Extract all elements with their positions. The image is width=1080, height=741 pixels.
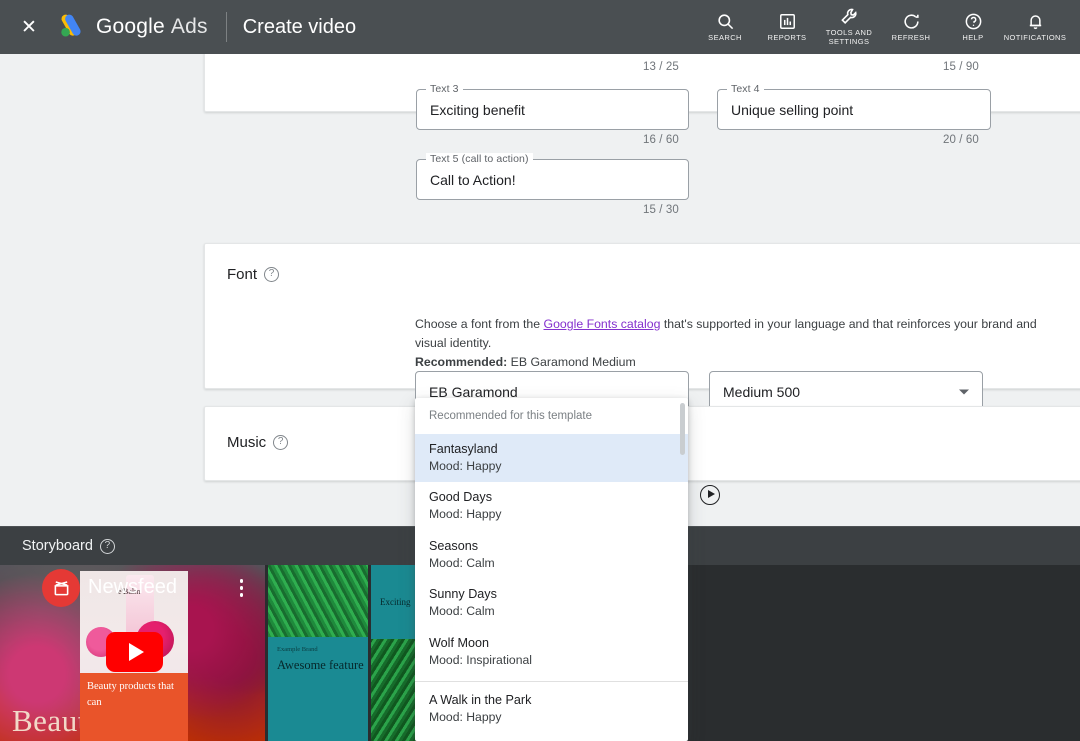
create-video-screen: ✕ Google Ads Create video SEARCH REPORTS…	[0, 0, 1080, 741]
music-option-title: Fantasyland	[429, 442, 498, 456]
music-option-after-all[interactable]: After All Mood: Calm	[415, 734, 688, 741]
play-circle-icon[interactable]	[700, 485, 720, 505]
brand-name: Google Ads	[96, 15, 208, 39]
music-dropdown-scrollbar[interactable]	[680, 403, 685, 455]
toolbar-notifications[interactable]: NOTIFICATIONS	[1004, 0, 1066, 54]
music-dropdown-divider	[415, 681, 688, 683]
music-option-mood: Mood: Calm	[429, 555, 495, 570]
help-icon[interactable]: ?	[273, 435, 289, 450]
storyboard-thumbnail-2[interactable]: Example Brand Awesome feature	[268, 565, 368, 741]
topbar-actions: SEARCH REPORTS TOOLS AND SETTINGS REFRES…	[694, 0, 1080, 54]
text-4-value: Unique selling point	[731, 101, 854, 118]
font-desc-pre: Choose a font from the	[415, 317, 544, 331]
app-top-bar: ✕ Google Ads Create video SEARCH REPORTS…	[0, 0, 1080, 54]
music-dropdown-menu[interactable]: Recommended for this template Fantasylan…	[415, 398, 688, 741]
help-icon[interactable]: ?	[99, 538, 115, 554]
google-ads-logo	[56, 13, 86, 41]
wrench-icon	[840, 7, 859, 26]
counter-text-4: 20 / 60	[943, 134, 979, 146]
text-3-value: Exciting benefit	[430, 101, 525, 118]
text-5-legend: Text 5 (call to action)	[426, 153, 533, 165]
music-option-a-walk-in-the-park[interactable]: A Walk in the Park Mood: Happy	[415, 685, 688, 733]
toolbar-tools-and-settings[interactable]: TOOLS AND SETTINGS	[818, 0, 880, 54]
awesome-feature-text: Awesome feature	[277, 658, 364, 672]
counter-text-3: 16 / 60	[643, 134, 679, 146]
chevron-down-icon	[959, 389, 969, 394]
brand-ads: Ads	[170, 15, 208, 38]
example-brand-text: Example Brand	[277, 646, 318, 653]
font-description: Choose a font from the Google Fonts cata…	[415, 315, 1055, 372]
card-caption-text: Beauty products that can	[87, 681, 174, 708]
counter-text-2: 15 / 90	[943, 61, 979, 73]
youtube-director-icon	[42, 569, 80, 607]
music-dropdown-header: Recommended for this template	[429, 410, 592, 422]
toolbar-refresh-label: REFRESH	[891, 32, 931, 42]
exciting-text: Exciting	[380, 597, 411, 607]
more-options-icon[interactable]	[239, 579, 243, 600]
help-icon[interactable]: ?	[264, 267, 280, 282]
music-option-mood: Mood: Inspirational	[429, 652, 532, 667]
google-fonts-catalog-link[interactable]: Google Fonts catalog	[544, 317, 661, 331]
music-label-text: Music	[227, 434, 267, 451]
text-3-legend: Text 3	[426, 83, 463, 95]
toolbar-help-label: HELP	[962, 32, 984, 42]
brand-google: Google	[96, 15, 165, 38]
toolbar-help[interactable]: HELP	[942, 0, 1004, 54]
page-title: Create video	[242, 15, 357, 38]
text-5-field[interactable]: Text 5 (call to action) Call to Action!	[416, 153, 689, 200]
text-assets-card: 13 / 25 15 / 90 Text 3 Exciting benefit …	[204, 54, 1080, 216]
storyboard-title-text: Storyboard	[22, 538, 93, 554]
text-3-field[interactable]: Text 3 Exciting benefit	[416, 83, 689, 130]
font-section-label: Font ?	[227, 266, 280, 283]
toolbar-search-label: SEARCH	[708, 32, 742, 42]
font-weight-value: Medium 500	[723, 383, 801, 400]
text-4-field[interactable]: Text 4 Unique selling point	[717, 83, 991, 130]
search-icon	[716, 12, 735, 31]
music-option-sunny-days[interactable]: Sunny Days Mood: Calm	[415, 579, 688, 627]
music-section-label: Music ?	[227, 434, 289, 451]
play-button-icon[interactable]	[106, 632, 163, 672]
close-icon[interactable]: ✕	[10, 8, 48, 46]
music-option-mood: Mood: Calm	[429, 604, 495, 619]
music-option-mood: Mood: Happy	[429, 710, 502, 725]
bell-icon	[1026, 12, 1045, 31]
text-4-legend: Text 4	[727, 83, 764, 95]
storyboard-thumbnail-1[interactable]: Beauty that e'Balm Beauty products that …	[0, 565, 265, 741]
refresh-icon	[902, 12, 921, 31]
music-option-wolf-moon[interactable]: Wolf Moon Mood: Inspirational	[415, 628, 688, 676]
toolbar-reports[interactable]: REPORTS	[756, 0, 818, 54]
text-5-value: Call to Action!	[430, 171, 516, 188]
music-option-title: Seasons	[429, 538, 479, 553]
music-option-mood: Mood: Happy	[429, 507, 502, 522]
storyboard-title: Storyboard ?	[22, 538, 115, 554]
help-icon	[964, 12, 983, 31]
music-option-good-days[interactable]: Good Days Mood: Happy	[415, 482, 688, 530]
music-option-mood: Mood: Happy	[429, 459, 502, 473]
music-option-title: A Walk in the Park	[429, 693, 532, 708]
music-option-fantasyland[interactable]: Fantasyland Mood: Happy	[415, 434, 688, 483]
font-recommended-label: Recommended:	[415, 355, 508, 370]
toolbar-reports-label: REPORTS	[767, 32, 807, 42]
header-divider	[225, 12, 227, 42]
counter-text-1: 13 / 25	[643, 61, 679, 73]
toolbar-tools-label: TOOLS AND SETTINGS	[825, 28, 873, 46]
toolbar-refresh[interactable]: REFRESH	[880, 0, 942, 54]
newsfeed-label: Newsfeed	[88, 576, 177, 598]
toolbar-search[interactable]: SEARCH	[694, 0, 756, 54]
font-label-text: Font	[227, 266, 258, 283]
counter-text-5: 15 / 30	[643, 204, 679, 216]
toolbar-notifications-label: NOTIFICATIONS	[1003, 32, 1067, 42]
music-option-seasons[interactable]: Seasons Mood: Calm	[415, 531, 688, 579]
reports-icon	[778, 12, 797, 31]
music-option-title: Sunny Days	[429, 587, 497, 602]
thumbnail-text-panel: Example Brand Awesome feature	[268, 637, 368, 741]
music-option-title: Good Days	[429, 490, 492, 505]
music-option-title: Wolf Moon	[429, 635, 489, 650]
font-recommended-value: EB Garamond Medium	[507, 355, 636, 370]
fern-photo	[268, 565, 368, 637]
